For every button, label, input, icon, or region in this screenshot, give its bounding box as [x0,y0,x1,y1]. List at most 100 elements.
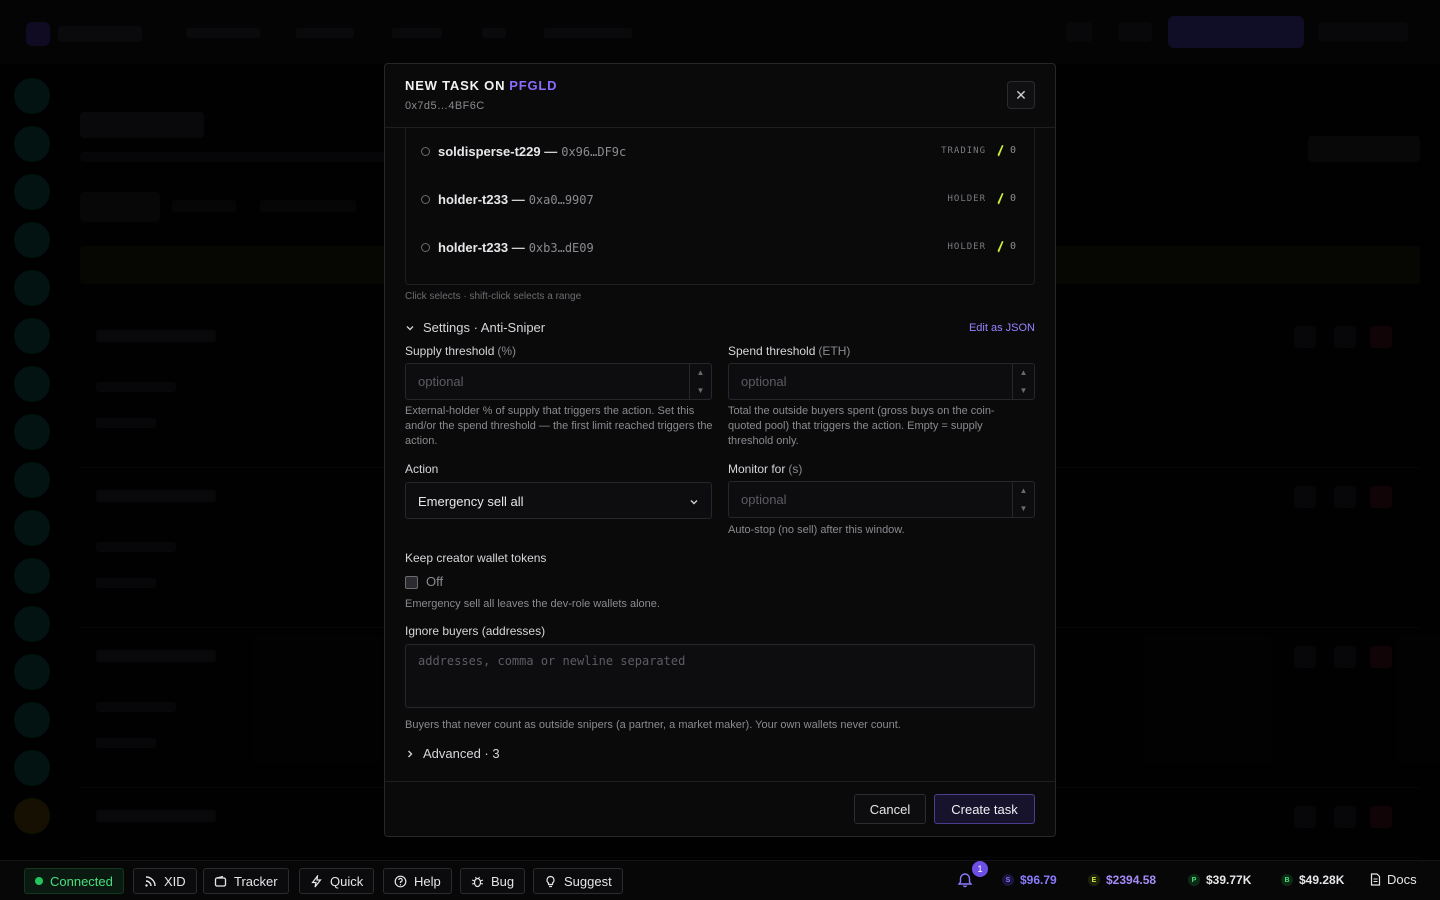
keep-creator-state[interactable]: Off [426,574,443,589]
wallet-icon [214,875,227,887]
advanced-section-toggle[interactable]: Advanced · 3 [405,746,500,761]
document-icon [1370,873,1381,886]
bug-button[interactable]: Bug [460,868,526,894]
chevron-down-icon [690,500,698,505]
action-select[interactable]: Emergency sell all [405,482,712,519]
wallet-name: soldisperse-t229 [438,144,541,159]
help-icon [394,875,407,887]
bug-button-label: Bug [491,873,515,889]
edit-as-json-link[interactable]: Edit as JSON [969,322,1035,334]
supply-threshold-stepper[interactable]: ▲ ▼ [689,364,711,399]
wallet-select-radio[interactable] [421,195,430,204]
connection-status[interactable]: Connected [24,868,124,894]
supply-threshold-unit: (%) [497,344,517,358]
close-button[interactable]: ✕ [1007,81,1035,109]
ignore-buyers-help: Buyers that never count as outside snipe… [405,719,901,731]
wallet-balance: 0 [1009,145,1016,156]
modal-title-prefix: NEW TASK ON [405,78,506,93]
ignore-buyers-label: Ignore buyers (addresses) [405,624,546,638]
supply-threshold-label-text: Supply threshold [405,344,495,358]
wallet-select-radio[interactable] [421,147,430,156]
supply-threshold-label: Supply threshold (%) [405,344,516,358]
wallet-role: TRADING [941,146,986,156]
modal-title: NEW TASK ON PFGLD [405,78,557,93]
help-button-label: Help [414,873,441,889]
monitor-for-input[interactable] [729,482,1013,517]
monitor-for-label-text: Monitor for [728,462,786,476]
b-token-price: $49.28K [1299,873,1345,887]
supply-threshold-help: External-holder % of supply that trigger… [405,405,713,447]
keep-creator-label: Keep creator wallet tokens [405,551,547,565]
spend-threshold-input[interactable] [729,364,1013,399]
wallet-address: 0xa0…9907 [528,193,594,207]
eth-icon [997,145,1004,157]
wallet-dash: — [544,144,558,159]
chevron-down-icon[interactable]: ▼ [1013,500,1034,518]
wallet-list: soldisperse-t229 —0x96…DF9c TRADING 0 ho… [405,128,1035,285]
wallet-label: holder-t233 —0xa0…9907 [438,192,594,207]
chevron-up-icon[interactable]: ▲ [690,364,711,382]
wallet-address: 0xb3…dE09 [528,241,594,255]
rss-icon [145,875,156,887]
wallet-balance: 0 [1009,193,1016,204]
tracker-button-label: Tracker [234,873,278,889]
chevron-down-icon[interactable]: ▼ [690,382,711,400]
monitor-for-input-wrap: ▲▼ [728,481,1035,518]
wallet-row[interactable]: soldisperse-t229 —0x96…DF9c TRADING 0 [406,128,1034,176]
xid-button-label: XID [164,873,186,889]
connected-dot-icon [35,877,43,885]
close-icon: ✕ [1015,86,1027,103]
price-ticker-sol: S $96.79 [1002,873,1057,887]
spend-threshold-help: Total the outside buyers spent (gross bu… [728,405,995,447]
monitor-for-stepper[interactable]: ▲ ▼ [1012,482,1034,517]
price-ticker-eth: E $2394.58 [1088,873,1156,887]
modal-footer: Cancel Create task [385,781,1055,836]
wallet-role: HOLDER [947,242,986,252]
eth-icon [997,193,1004,205]
xid-button[interactable]: XID [133,868,197,894]
bug-icon [471,876,484,887]
selection-hint: Click selects · shift-click selects a ra… [405,291,582,302]
spend-threshold-label-text: Spend threshold [728,344,816,358]
chevron-up-icon[interactable]: ▲ [1013,482,1034,500]
action-select-value: Emergency sell all [418,494,524,509]
connection-status-label: Connected [50,873,113,889]
chevron-up-icon[interactable]: ▲ [1013,364,1034,382]
wallet-address: 0x96…DF9c [561,145,627,159]
tracker-button[interactable]: Tracker [203,868,289,894]
chevron-down-icon [406,325,414,330]
wallet-row[interactable]: holder-t233 —0xa0…9907 HOLDER 0 [406,176,1034,224]
suggest-button-label: Suggest [564,873,612,889]
wallet-select-radio[interactable] [421,243,430,252]
wallet-row[interactable]: holder-t233 —0xb3…dE09 HOLDER 0 [406,224,1034,272]
keep-creator-checkbox[interactable] [405,576,418,589]
lightning-icon [311,874,322,887]
ignore-buyers-wrap [405,644,1035,708]
wallet-role: HOLDER [947,194,986,204]
help-button[interactable]: Help [383,868,452,894]
chevron-down-icon[interactable]: ▼ [1013,382,1034,400]
supply-threshold-input-wrap: ▲▼ [405,363,712,400]
wallet-balance: 0 [1009,241,1016,252]
settings-section-toggle[interactable]: Settings · Anti-Sniper [405,320,545,335]
create-task-button[interactable]: Create task [934,794,1035,824]
chevron-right-icon [408,750,413,757]
bell-icon[interactable] [957,872,973,888]
quick-button[interactable]: Quick [299,868,375,894]
monitor-for-help: Auto-stop (no sell) after this window. [728,524,905,536]
wallet-label: holder-t233 —0xb3…dE09 [438,240,594,255]
spend-threshold-stepper[interactable]: ▲ ▼ [1012,364,1034,399]
token-address: 0x7d5…4BF6C [405,100,485,112]
wallet-name: holder-t233 [438,240,509,255]
suggest-button[interactable]: Suggest [533,868,623,894]
wallet-name: holder-t233 [438,192,509,207]
spend-threshold-input-wrap: ▲▼ [728,363,1035,400]
ignore-buyers-textarea[interactable] [406,645,1034,707]
sol-price: $96.79 [1020,873,1057,887]
docs-link[interactable]: Docs [1369,872,1417,887]
cancel-button[interactable]: Cancel [854,794,926,824]
supply-threshold-input[interactable] [406,364,690,399]
notification-count-badge: 1 [972,861,988,877]
p-token-icon: P [1188,874,1200,886]
monitor-for-label: Monitor for (s) [728,462,802,476]
